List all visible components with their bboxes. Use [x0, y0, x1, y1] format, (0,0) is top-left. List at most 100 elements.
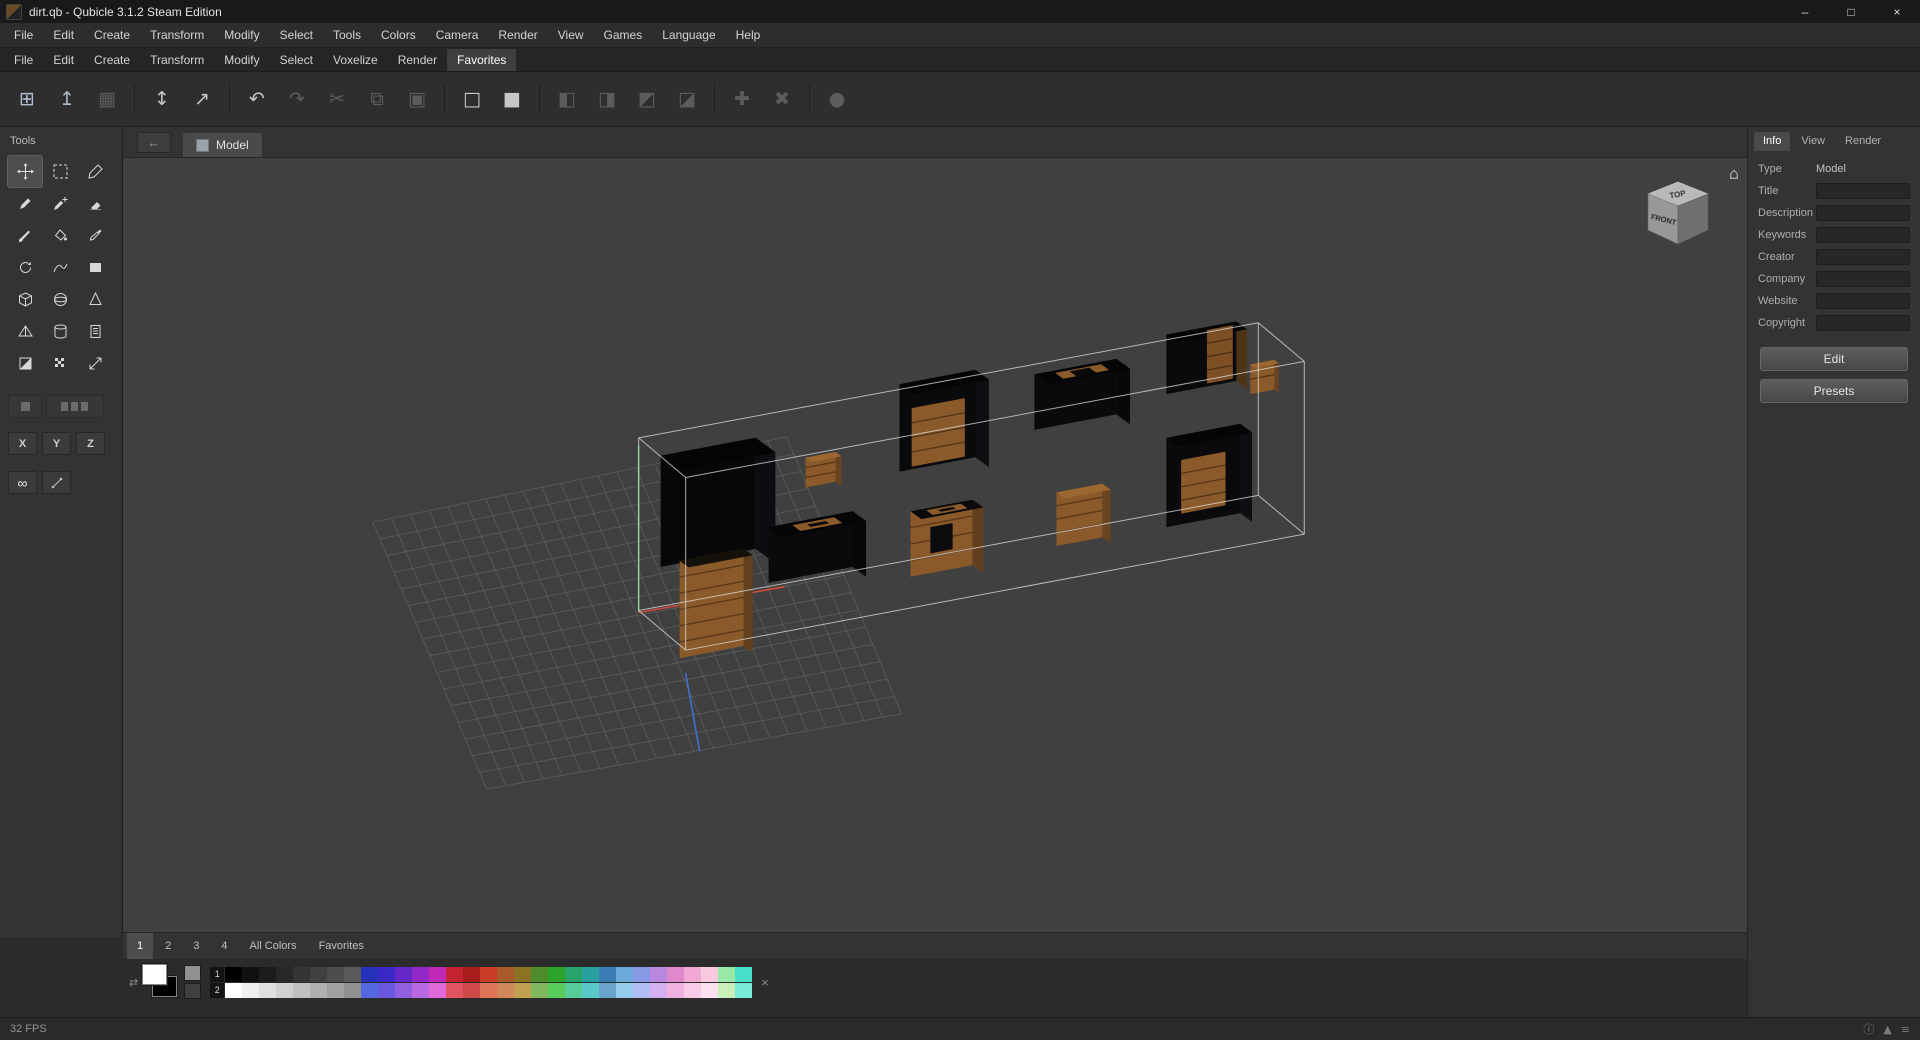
- brush-tool-button[interactable]: [8, 220, 42, 251]
- color-swatch[interactable]: [616, 967, 633, 982]
- pyramid-tool-button[interactable]: [8, 316, 42, 347]
- color-swatch[interactable]: [276, 967, 293, 982]
- color-swatch[interactable]: [293, 967, 310, 982]
- color-swatch[interactable]: [242, 983, 259, 998]
- view-quad-button[interactable]: [46, 395, 104, 418]
- color-swatch[interactable]: [616, 983, 633, 998]
- z-mirror-button[interactable]: Z: [76, 432, 105, 455]
- info-icon[interactable]: ⓘ: [1863, 1021, 1874, 1037]
- edit-button[interactable]: Edit: [1760, 347, 1908, 371]
- sphere-tool-button[interactable]: [43, 284, 77, 315]
- color-swatch[interactable]: [684, 983, 701, 998]
- solid-view-button[interactable]: ■: [493, 80, 531, 118]
- default-colors-chip[interactable]: [184, 965, 201, 999]
- color-swatch[interactable]: [412, 983, 429, 998]
- color-swatch[interactable]: [361, 983, 378, 998]
- color-swatch[interactable]: [633, 983, 650, 998]
- field-input-title[interactable]: [1816, 183, 1910, 199]
- color-swatch[interactable]: [327, 967, 344, 982]
- menu-view[interactable]: View: [548, 24, 594, 46]
- color-swatch[interactable]: [565, 967, 582, 982]
- menu-language[interactable]: Language: [652, 24, 725, 46]
- pencil-add-tool-button[interactable]: [43, 188, 77, 219]
- menu-edit[interactable]: Edit: [43, 24, 84, 46]
- palette-tab-1[interactable]: 1: [127, 933, 153, 959]
- color-swatch[interactable]: [310, 983, 327, 998]
- cylinder-tool-button[interactable]: [43, 316, 77, 347]
- color-swatch[interactable]: [684, 967, 701, 982]
- add-matrix-button[interactable]: ⊞: [8, 80, 46, 118]
- voxel-scene[interactable]: [123, 158, 1747, 932]
- color-swatch[interactable]: [276, 983, 293, 998]
- color-swatch[interactable]: [548, 983, 565, 998]
- line-mode-button[interactable]: [42, 471, 71, 494]
- color-swatch[interactable]: [463, 983, 480, 998]
- color-swatch[interactable]: [667, 967, 684, 982]
- palette-tab-3[interactable]: 3: [183, 933, 209, 959]
- select-tool-button[interactable]: [43, 156, 77, 187]
- color-swatch[interactable]: [599, 967, 616, 982]
- menu-camera[interactable]: Camera: [426, 24, 489, 46]
- color-swatch[interactable]: [582, 967, 599, 982]
- rotate-tool-button[interactable]: [8, 252, 42, 283]
- color-swatch[interactable]: [361, 967, 378, 982]
- color-swatch[interactable]: [463, 967, 480, 982]
- favbar-transform[interactable]: Transform: [140, 49, 214, 71]
- viewport[interactable]: ⌂ TOP FRONT: [123, 158, 1747, 932]
- menu-render[interactable]: Render: [488, 24, 547, 46]
- resize-matrix-button[interactable]: ↕: [143, 80, 181, 118]
- color-swatch[interactable]: [480, 967, 497, 982]
- color-swatch[interactable]: [446, 983, 463, 998]
- color-swatch[interactable]: [650, 967, 667, 982]
- maximize-button[interactable]: □: [1828, 0, 1874, 23]
- favbar-select[interactable]: Select: [270, 49, 323, 71]
- color-swatch[interactable]: [259, 967, 276, 982]
- wireframe-view-button[interactable]: □: [453, 80, 491, 118]
- field-input-company[interactable]: [1816, 271, 1910, 287]
- color-swatch[interactable]: [480, 983, 497, 998]
- box-tool-button[interactable]: [8, 284, 42, 315]
- palette-close-icon[interactable]: ×: [761, 975, 769, 990]
- minimize-button[interactable]: –: [1782, 0, 1828, 23]
- color-swatch[interactable]: [429, 967, 446, 982]
- palette-tab-4[interactable]: 4: [211, 933, 237, 959]
- rect-tool-button[interactable]: [78, 252, 112, 283]
- favbar-modify[interactable]: Modify: [214, 49, 269, 71]
- panel-tab-info[interactable]: Info: [1754, 132, 1790, 151]
- color-swatch[interactable]: [429, 983, 446, 998]
- home-icon[interactable]: ⌂: [1729, 166, 1739, 182]
- color-swatch[interactable]: [599, 983, 616, 998]
- field-input-keywords[interactable]: [1816, 227, 1910, 243]
- pencil-tool-button[interactable]: [8, 188, 42, 219]
- favbar-voxelize[interactable]: Voxelize: [323, 49, 388, 71]
- color-swatch[interactable]: [310, 967, 327, 982]
- color-swatch[interactable]: [344, 983, 361, 998]
- color-swatch[interactable]: [378, 967, 395, 982]
- undo-button[interactable]: ↶: [238, 80, 276, 118]
- menu-transform[interactable]: Transform: [140, 24, 214, 46]
- color-swatch[interactable]: [531, 983, 548, 998]
- palette-tab-all-colors[interactable]: All Colors: [240, 933, 307, 959]
- color-swatch[interactable]: [225, 983, 242, 998]
- color-swatch[interactable]: [395, 967, 412, 982]
- fill-tool-button[interactable]: [43, 220, 77, 251]
- document-tab-model[interactable]: Model: [183, 133, 262, 157]
- close-button[interactable]: ×: [1874, 0, 1920, 23]
- x-mirror-button[interactable]: X: [8, 432, 37, 455]
- color-swatch[interactable]: [531, 967, 548, 982]
- swap-colors-icon[interactable]: ⇄: [129, 976, 138, 989]
- knife-tool-button[interactable]: [78, 156, 112, 187]
- scale-tool-button[interactable]: [78, 348, 112, 379]
- panel-tab-render[interactable]: Render: [1836, 132, 1890, 151]
- move-tool-button[interactable]: [8, 156, 42, 187]
- menu-file[interactable]: File: [4, 24, 43, 46]
- favbar-favorites[interactable]: Favorites: [447, 49, 516, 71]
- color-swatch[interactable]: [378, 983, 395, 998]
- log-icon[interactable]: ≡: [1901, 1023, 1910, 1036]
- color-swatch[interactable]: [718, 967, 735, 982]
- field-input-website[interactable]: [1816, 293, 1910, 309]
- foreground-color-chip[interactable]: [142, 964, 167, 985]
- favbar-file[interactable]: File: [4, 49, 43, 71]
- color-swatch[interactable]: [293, 983, 310, 998]
- palette-tab-favorites[interactable]: Favorites: [309, 933, 374, 959]
